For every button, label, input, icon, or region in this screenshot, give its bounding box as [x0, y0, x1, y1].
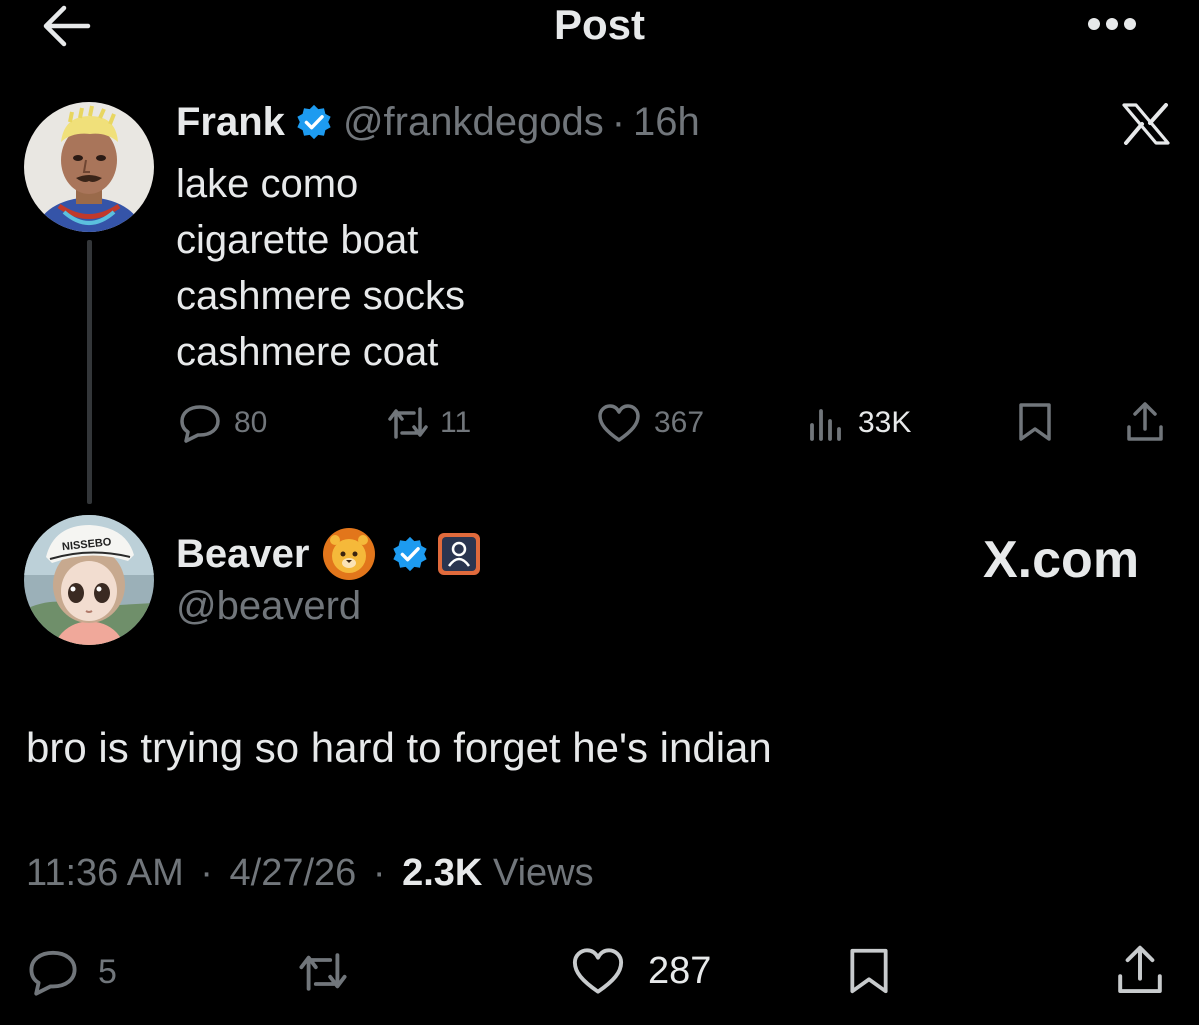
heart-icon: [572, 948, 624, 994]
like-button[interactable]: 367: [596, 403, 704, 443]
page-title: Post: [553, 1, 645, 48]
reply-icon: [29, 950, 77, 996]
share-icon: [1127, 402, 1163, 441]
repost-button[interactable]: [294, 948, 352, 996]
separator-dot: ·: [372, 852, 386, 894]
author-handle[interactable]: @frankdegods: [343, 100, 604, 145]
avatar-image: [24, 102, 154, 232]
views-label: Views: [492, 852, 594, 894]
author-handle[interactable]: @beaverd: [176, 584, 361, 629]
tweet-line: cashmere socks: [176, 274, 465, 318]
x-com-label: X.com: [983, 531, 1140, 589]
like-count: 287: [648, 949, 712, 992]
view-count: 33K: [858, 406, 912, 439]
avatar-beaver[interactable]: NISSEBO: [24, 515, 154, 645]
share-button[interactable]: [1124, 401, 1166, 443]
views-button[interactable]: 33K: [806, 403, 911, 443]
more-button[interactable]: [1082, 12, 1142, 36]
post-timestamp[interactable]: 11:36 AM: [26, 852, 184, 894]
avatar-frank[interactable]: [24, 102, 154, 232]
author-name[interactable]: Beaver: [176, 532, 309, 577]
avatar-image: NISSEBO: [24, 515, 154, 645]
reply-button[interactable]: 5: [26, 948, 117, 996]
post-date[interactable]: 4/27/26: [230, 852, 357, 894]
bookmark-icon: [1019, 403, 1051, 441]
repost-button[interactable]: 11: [384, 403, 471, 443]
parent-author-row: Frank @frankdegods · 16h: [176, 96, 700, 148]
post-metadata: 11:36 AM · 4/27/26 · 2.3K Views: [26, 852, 594, 895]
author-name[interactable]: Frank: [176, 100, 285, 145]
bookmark-button[interactable]: [1016, 401, 1054, 443]
post-page: Post Frank @frankdegods · 16h lake como …: [0, 0, 1199, 1025]
more-horizontal-icon: [1088, 18, 1136, 30]
share-icon: [1118, 945, 1162, 994]
views-count: 2.3K: [402, 852, 483, 894]
reply-author-row: Beaver: [176, 526, 481, 582]
heart-icon: [598, 404, 640, 442]
share-button[interactable]: [1114, 944, 1166, 996]
reply-tweet-text: bro is trying so hard to forget he's ind…: [26, 724, 772, 771]
verified-badge-icon: [297, 104, 331, 140]
tweet-line: cigarette boat: [176, 218, 419, 262]
repost-count: 11: [440, 406, 472, 439]
like-count: 367: [654, 406, 705, 439]
reply-count: 5: [98, 952, 117, 991]
lion-emoji-icon: [323, 528, 376, 580]
x-logo-icon: [1122, 103, 1170, 145]
repost-icon: [388, 407, 428, 439]
tweet-line: lake como: [176, 162, 359, 206]
separator-dot: ·: [200, 852, 213, 894]
reply-icon: [180, 405, 220, 443]
parent-tweet-text: lake como cigarette boat cashmere socks …: [176, 156, 465, 380]
verified-badge-icon: [393, 536, 428, 572]
analytics-icon: [810, 409, 841, 441]
post-time[interactable]: 16h: [633, 100, 700, 145]
affiliate-badge-icon: [438, 533, 481, 575]
repost-icon: [299, 953, 347, 991]
bookmark-button[interactable]: [846, 946, 892, 996]
bookmark-icon: [850, 948, 888, 994]
reply-button[interactable]: 80: [178, 403, 267, 443]
separator-dot: ·: [611, 99, 626, 144]
thread-line: [87, 240, 92, 504]
like-button[interactable]: 287: [570, 946, 711, 996]
reply-count: 80: [234, 406, 268, 439]
tweet-line: cashmere coat: [176, 330, 439, 374]
